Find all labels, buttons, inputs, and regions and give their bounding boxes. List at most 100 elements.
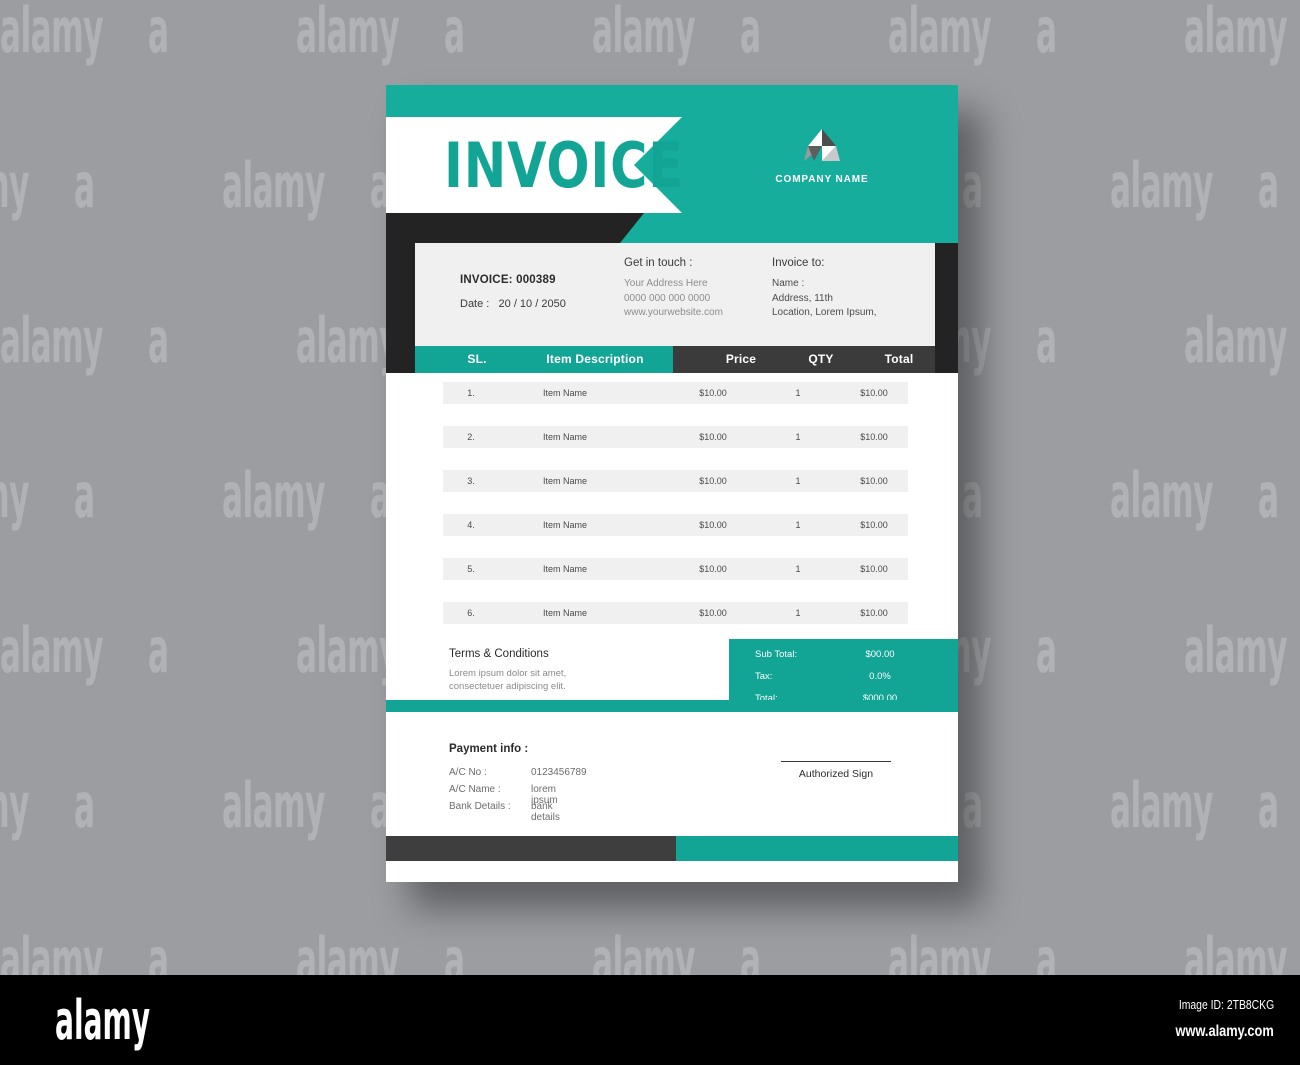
cell-name: Item Name	[543, 388, 588, 398]
company-logo-block: COMPANY NAME	[758, 128, 886, 185]
cell-sl: 1.	[467, 388, 475, 398]
column-header-qty: QTY	[808, 352, 834, 366]
payment-info-block: Payment info : A/C No : 0123456789 A/C Nam…	[449, 743, 587, 823]
invoice-date-label: Date :	[460, 298, 490, 310]
cell-total: $10.00	[860, 608, 888, 618]
pinwheel-triangles-logo-icon	[758, 128, 886, 167]
table-row[interactable]: 2. Item Name $10.00 1 $10.00	[443, 426, 908, 448]
watermark-word: alamy	[0, 924, 104, 976]
cell-qty: 1	[795, 520, 801, 530]
cell-sl: 6.	[467, 608, 475, 618]
cell-total: $10.00	[860, 520, 888, 530]
watermark-letter: a	[444, 924, 465, 976]
cell-price: $10.00	[699, 476, 727, 486]
subtotal-label: Sub Total:	[755, 649, 798, 660]
watermark-letter: a	[1258, 769, 1279, 842]
payment-info-row: A/C No : 0123456789	[449, 767, 587, 784]
table-row[interactable]: 4. Item Name $10.00 1 $10.00	[443, 514, 908, 536]
watermark-letter: a	[740, 0, 761, 67]
table-row[interactable]: 6. Item Name $10.00 1 $10.00	[443, 602, 908, 624]
watermark-word: alamy	[1184, 614, 1288, 687]
contact-heading: Get in touch :	[624, 257, 693, 269]
cell-price: $10.00	[699, 608, 727, 618]
contact-address: Your Address Here	[624, 278, 708, 289]
cell-qty: 1	[795, 564, 801, 574]
watermark-letter: a	[962, 459, 983, 532]
cell-qty: 1	[795, 432, 801, 442]
cell-sl: 2.	[467, 432, 475, 442]
table-row[interactable]: 3. Item Name $10.00 1 $10.00	[443, 470, 908, 492]
signature-line	[781, 761, 891, 762]
table-row[interactable]: 5. Item Name $10.00 1 $10.00	[443, 558, 908, 580]
payment-info-key: A/C Name :	[449, 784, 501, 795]
watermark-letter: a	[1036, 0, 1057, 67]
bill-to-location: Location, Lorem Ipsum,	[772, 307, 877, 318]
payment-info-key: Bank Details :	[449, 801, 511, 812]
subtotal-value: $00.00	[865, 649, 895, 660]
column-header-sl: SL.	[467, 352, 487, 366]
watermark-letter: a	[962, 769, 983, 842]
cell-price: $10.00	[699, 520, 727, 530]
watermark-letter: a	[148, 304, 169, 377]
watermark-letter: a	[148, 924, 169, 976]
column-header-description: Item Description	[546, 352, 644, 366]
alamy-image-id: Image ID: 2TB8CKG	[1178, 997, 1274, 1012]
watermark-word: alamy	[222, 149, 326, 222]
watermark-word: alamy	[1184, 924, 1288, 976]
items-table-body: 1. Item Name $10.00 1 $10.00 2. Item Name $10.0…	[443, 382, 908, 646]
watermark-letter: a	[1036, 614, 1057, 687]
watermark-letter: a	[1258, 149, 1279, 222]
cell-price: $10.00	[699, 432, 727, 442]
watermark-word: alamy	[296, 614, 400, 687]
invoice-date-value: 20 / 10 / 2050	[498, 298, 566, 310]
cell-qty: 1	[795, 608, 801, 618]
payment-info-key: A/C No :	[449, 767, 487, 778]
watermark-letter: a	[148, 614, 169, 687]
watermark-word: alamy	[0, 459, 30, 532]
cell-name: Item Name	[543, 432, 588, 442]
column-header-price: Price	[725, 352, 757, 366]
watermark-letter: a	[740, 924, 761, 976]
screenshot-backdrop: alamyaalamyaalamyaalamyaalamyaalamyaaala…	[0, 0, 1300, 975]
watermark-letter: a	[962, 149, 983, 222]
watermark-word: alamy	[888, 0, 992, 67]
watermark-word: alamy	[1184, 304, 1288, 377]
payment-info-value: 0123456789	[531, 767, 587, 778]
cell-total: $10.00	[860, 564, 888, 574]
watermark-word: alamy	[0, 614, 104, 687]
watermark-word: alamy	[296, 304, 400, 377]
cell-price: $10.00	[699, 564, 727, 574]
tax-label: Tax:	[755, 671, 773, 682]
watermark-word: alamy	[296, 0, 400, 67]
payment-info-title: Payment info :	[449, 743, 529, 755]
bill-to-block: Invoice to: Name : Address, 11th Locatio…	[772, 257, 877, 321]
cell-sl: 5.	[467, 564, 475, 574]
watermark-word: alamy	[1110, 769, 1214, 842]
watermark-word: alamy	[1110, 459, 1214, 532]
contact-website[interactable]: www.yourwebsite.com	[624, 306, 723, 321]
tax-value: 0.0%	[869, 671, 891, 682]
cell-price: $10.00	[699, 388, 727, 398]
contact-phone: 0000 000 000 0000	[624, 292, 711, 304]
watermark-word: alamy	[0, 304, 104, 377]
authorized-sign-label: Authorized Sign	[798, 768, 874, 780]
watermark-word: alamy	[222, 769, 326, 842]
cell-qty: 1	[795, 476, 801, 486]
column-header-total: Total	[884, 352, 914, 366]
watermark-word: alamy	[888, 924, 992, 976]
table-row[interactable]: 1. Item Name $10.00 1 $10.00	[443, 382, 908, 404]
watermark-letter: a	[1036, 304, 1057, 377]
cell-total: $10.00	[860, 476, 888, 486]
watermark-letter: a	[1258, 459, 1279, 532]
alamy-url[interactable]: www.alamy.com	[1176, 1023, 1274, 1041]
contact-block: Get in touch : Your Address Here 0000 00…	[624, 257, 723, 321]
watermark-word: alamy	[592, 924, 696, 976]
terms-block: Terms & Conditions Lorem ipsum dolor sit…	[449, 648, 729, 693]
bill-to-heading: Invoice to:	[772, 257, 825, 269]
cell-qty: 1	[795, 388, 801, 398]
payment-info-rows: A/C No : 0123456789 A/C Name : lorem ipsum B…	[449, 767, 587, 823]
footer-teal-band	[676, 836, 958, 861]
items-table-header: SL. Item Description Price QTY Total	[415, 346, 935, 373]
cell-sl: 4.	[467, 520, 475, 530]
cell-total: $10.00	[860, 388, 888, 398]
